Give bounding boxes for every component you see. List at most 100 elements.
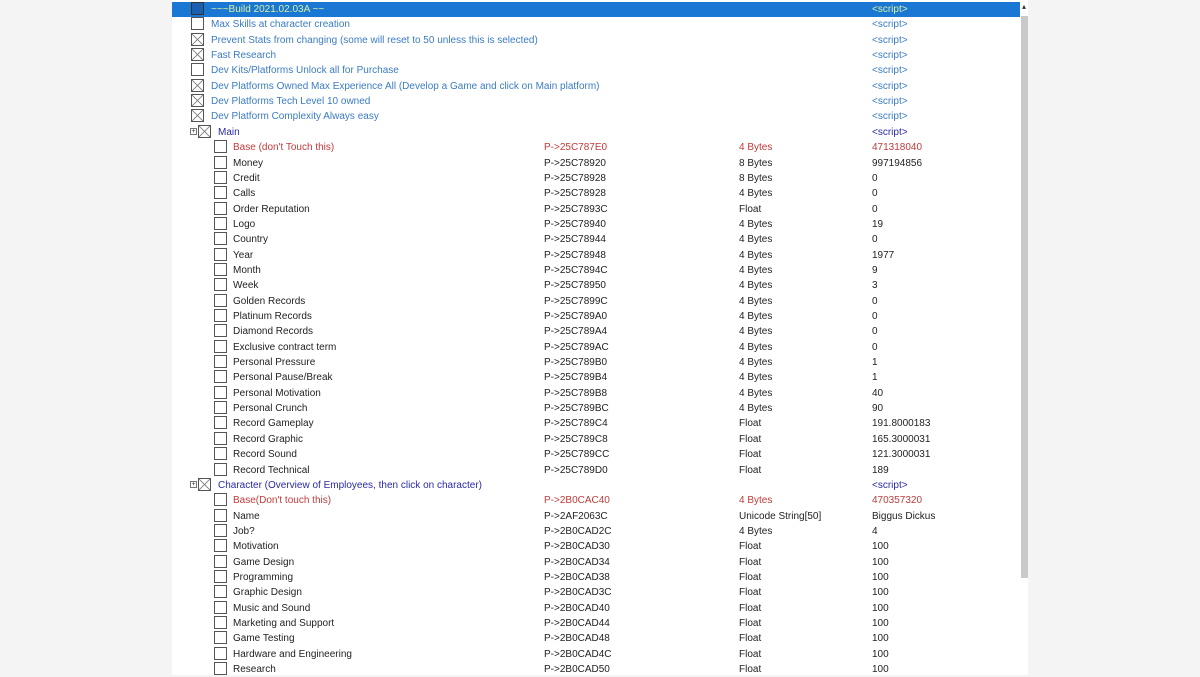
table-row[interactable]: Job? P->2B0CAD2C 4 Bytes 4: [172, 523, 1020, 539]
row-value[interactable]: 100: [872, 555, 889, 570]
active-checkbox[interactable]: [214, 631, 227, 645]
row-value[interactable]: 165.3000031: [872, 432, 930, 447]
active-checkbox[interactable]: [214, 140, 227, 154]
active-checkbox[interactable]: [214, 416, 227, 430]
row-value[interactable]: 189: [872, 463, 889, 478]
row-value[interactable]: <script>: [872, 94, 908, 109]
row-value[interactable]: 19: [872, 217, 883, 232]
active-checkbox[interactable]: [214, 324, 227, 338]
active-checkbox[interactable]: [214, 569, 227, 583]
table-row[interactable]: Motivation P->2B0CAD30 Float 100: [172, 539, 1020, 554]
table-row[interactable]: Golden Records P->25C7899C 4 Bytes 0: [172, 293, 1020, 309]
active-checkbox[interactable]: [214, 616, 227, 629]
active-checkbox[interactable]: [198, 477, 211, 491]
table-row[interactable]: Programming P->2B0CAD38 Float 100: [172, 569, 1020, 585]
table-row[interactable]: Order Reputation P->25C7893C Float 0: [172, 201, 1020, 217]
active-checkbox[interactable]: [191, 63, 204, 77]
expand-icon[interactable]: +: [190, 127, 197, 135]
active-checkbox[interactable]: [214, 309, 227, 322]
active-checkbox[interactable]: [214, 370, 227, 384]
active-checkbox[interactable]: [214, 539, 227, 553]
table-row[interactable]: Base(Don't touch this) P->2B0CAC40 4 Bytes…: [172, 493, 1020, 508]
table-row[interactable]: Game Testing P->2B0CAD48 Float 100: [172, 631, 1020, 646]
active-checkbox[interactable]: [214, 201, 227, 215]
table-row[interactable]: Money P->25C78920 8 Bytes 997194856: [172, 155, 1020, 171]
active-checkbox[interactable]: [214, 385, 227, 399]
row-value[interactable]: 0: [872, 294, 878, 309]
active-checkbox[interactable]: [191, 2, 204, 15]
table-row[interactable]: Record Gameplay P->25C789C4 Float 191.80001…: [172, 416, 1020, 431]
active-checkbox[interactable]: [214, 585, 227, 599]
row-value[interactable]: <script>: [872, 33, 908, 48]
active-checkbox[interactable]: [214, 462, 227, 476]
table-row[interactable]: Credit P->25C78928 8 Bytes 0: [172, 170, 1020, 186]
table-row[interactable]: Record Sound P->25C789CC Float 121.3000031: [172, 447, 1020, 462]
table-row[interactable]: Marketing and Support P->2B0CAD44 Float 100: [172, 616, 1020, 631]
row-value[interactable]: <script>: [872, 79, 908, 94]
row-value[interactable]: 0: [872, 171, 878, 186]
row-value[interactable]: 9: [872, 263, 878, 278]
table-row[interactable]: Graphic Design P->2B0CAD3C Float 100: [172, 585, 1020, 600]
active-checkbox[interactable]: [214, 247, 227, 261]
active-checkbox[interactable]: [214, 600, 227, 614]
row-value[interactable]: Biggus Dickus: [872, 509, 935, 524]
row-value[interactable]: 100: [872, 647, 889, 662]
row-value[interactable]: 40: [872, 386, 883, 401]
row-value[interactable]: 0: [872, 309, 878, 324]
table-row[interactable]: Calls P->25C78928 4 Bytes 0: [172, 186, 1020, 201]
row-value[interactable]: 100: [872, 601, 889, 616]
script-row[interactable]: ~~~Build 2021.02.03A ~~ <script>: [172, 2, 1020, 18]
active-checkbox[interactable]: [214, 431, 227, 445]
active-checkbox[interactable]: [214, 293, 227, 307]
vertical-scrollbar[interactable]: ▴: [1020, 0, 1028, 675]
table-row[interactable]: Logo P->25C78940 4 Bytes 19: [172, 216, 1020, 232]
table-row[interactable]: Platinum Records P->25C789A0 4 Bytes 0: [172, 309, 1020, 324]
table-row[interactable]: Name P->2AF2063C Unicode String[50] Biggus …: [172, 508, 1020, 524]
row-value[interactable]: 121.3000031: [872, 447, 930, 462]
active-checkbox[interactable]: [214, 401, 227, 415]
group-row[interactable]: + Character (Overview of Employees, then …: [172, 477, 1020, 493]
table-row[interactable]: Hardware and Engineering P->2B0CAD4C Float…: [172, 646, 1020, 662]
active-checkbox[interactable]: [191, 78, 204, 92]
row-value[interactable]: 90: [872, 401, 883, 416]
active-checkbox[interactable]: [191, 17, 204, 31]
scroll-up-arrow-icon[interactable]: ▴: [1020, 2, 1028, 12]
row-value[interactable]: 0: [872, 340, 878, 355]
active-checkbox[interactable]: [214, 523, 227, 537]
row-value[interactable]: 191.8000183: [872, 416, 930, 431]
row-value[interactable]: 100: [872, 631, 889, 646]
row-value[interactable]: <script>: [872, 48, 908, 63]
row-value[interactable]: 471318040: [872, 140, 922, 155]
table-row[interactable]: Diamond Records P->25C789A4 4 Bytes 0: [172, 324, 1020, 339]
script-row[interactable]: Dev Platform Complexity Always easy <scri…: [172, 109, 1020, 124]
table-row[interactable]: Music and Sound P->2B0CAD40 Float 100: [172, 600, 1020, 616]
table-row[interactable]: Personal Pressure P->25C789B0 4 Bytes 1: [172, 355, 1020, 370]
table-row[interactable]: Week P->25C78950 4 Bytes 3: [172, 278, 1020, 293]
row-value[interactable]: 1: [872, 370, 878, 385]
script-row[interactable]: Max Skills at character creation <script>: [172, 17, 1020, 32]
row-value[interactable]: <script>: [872, 63, 908, 78]
active-checkbox[interactable]: [191, 32, 204, 46]
row-value[interactable]: <script>: [872, 109, 908, 124]
active-checkbox[interactable]: [214, 339, 227, 353]
active-checkbox[interactable]: [214, 508, 227, 522]
row-value[interactable]: 0: [872, 186, 878, 201]
scrollbar-thumb[interactable]: [1021, 16, 1028, 578]
active-checkbox[interactable]: [191, 109, 204, 123]
row-value[interactable]: <script>: [872, 2, 908, 17]
row-value[interactable]: 997194856: [872, 156, 922, 171]
active-checkbox[interactable]: [214, 155, 227, 169]
group-row[interactable]: + Main <script>: [172, 124, 1020, 140]
row-value[interactable]: 0: [872, 324, 878, 339]
table-row[interactable]: Record Technical P->25C789D0 Float 189: [172, 462, 1020, 478]
row-value[interactable]: 0: [872, 232, 878, 247]
row-value[interactable]: 100: [872, 585, 889, 600]
script-row[interactable]: Fast Research <script>: [172, 48, 1020, 63]
table-row[interactable]: Personal Crunch P->25C789BC 4 Bytes 90: [172, 401, 1020, 416]
table-row[interactable]: Country P->25C78944 4 Bytes 0: [172, 232, 1020, 247]
table-row[interactable]: Year P->25C78948 4 Bytes 1977: [172, 247, 1020, 263]
script-row[interactable]: Dev Platforms Tech Level 10 owned <script…: [172, 94, 1020, 109]
active-checkbox[interactable]: [214, 646, 227, 660]
active-checkbox[interactable]: [191, 48, 204, 62]
active-checkbox[interactable]: [198, 124, 211, 138]
